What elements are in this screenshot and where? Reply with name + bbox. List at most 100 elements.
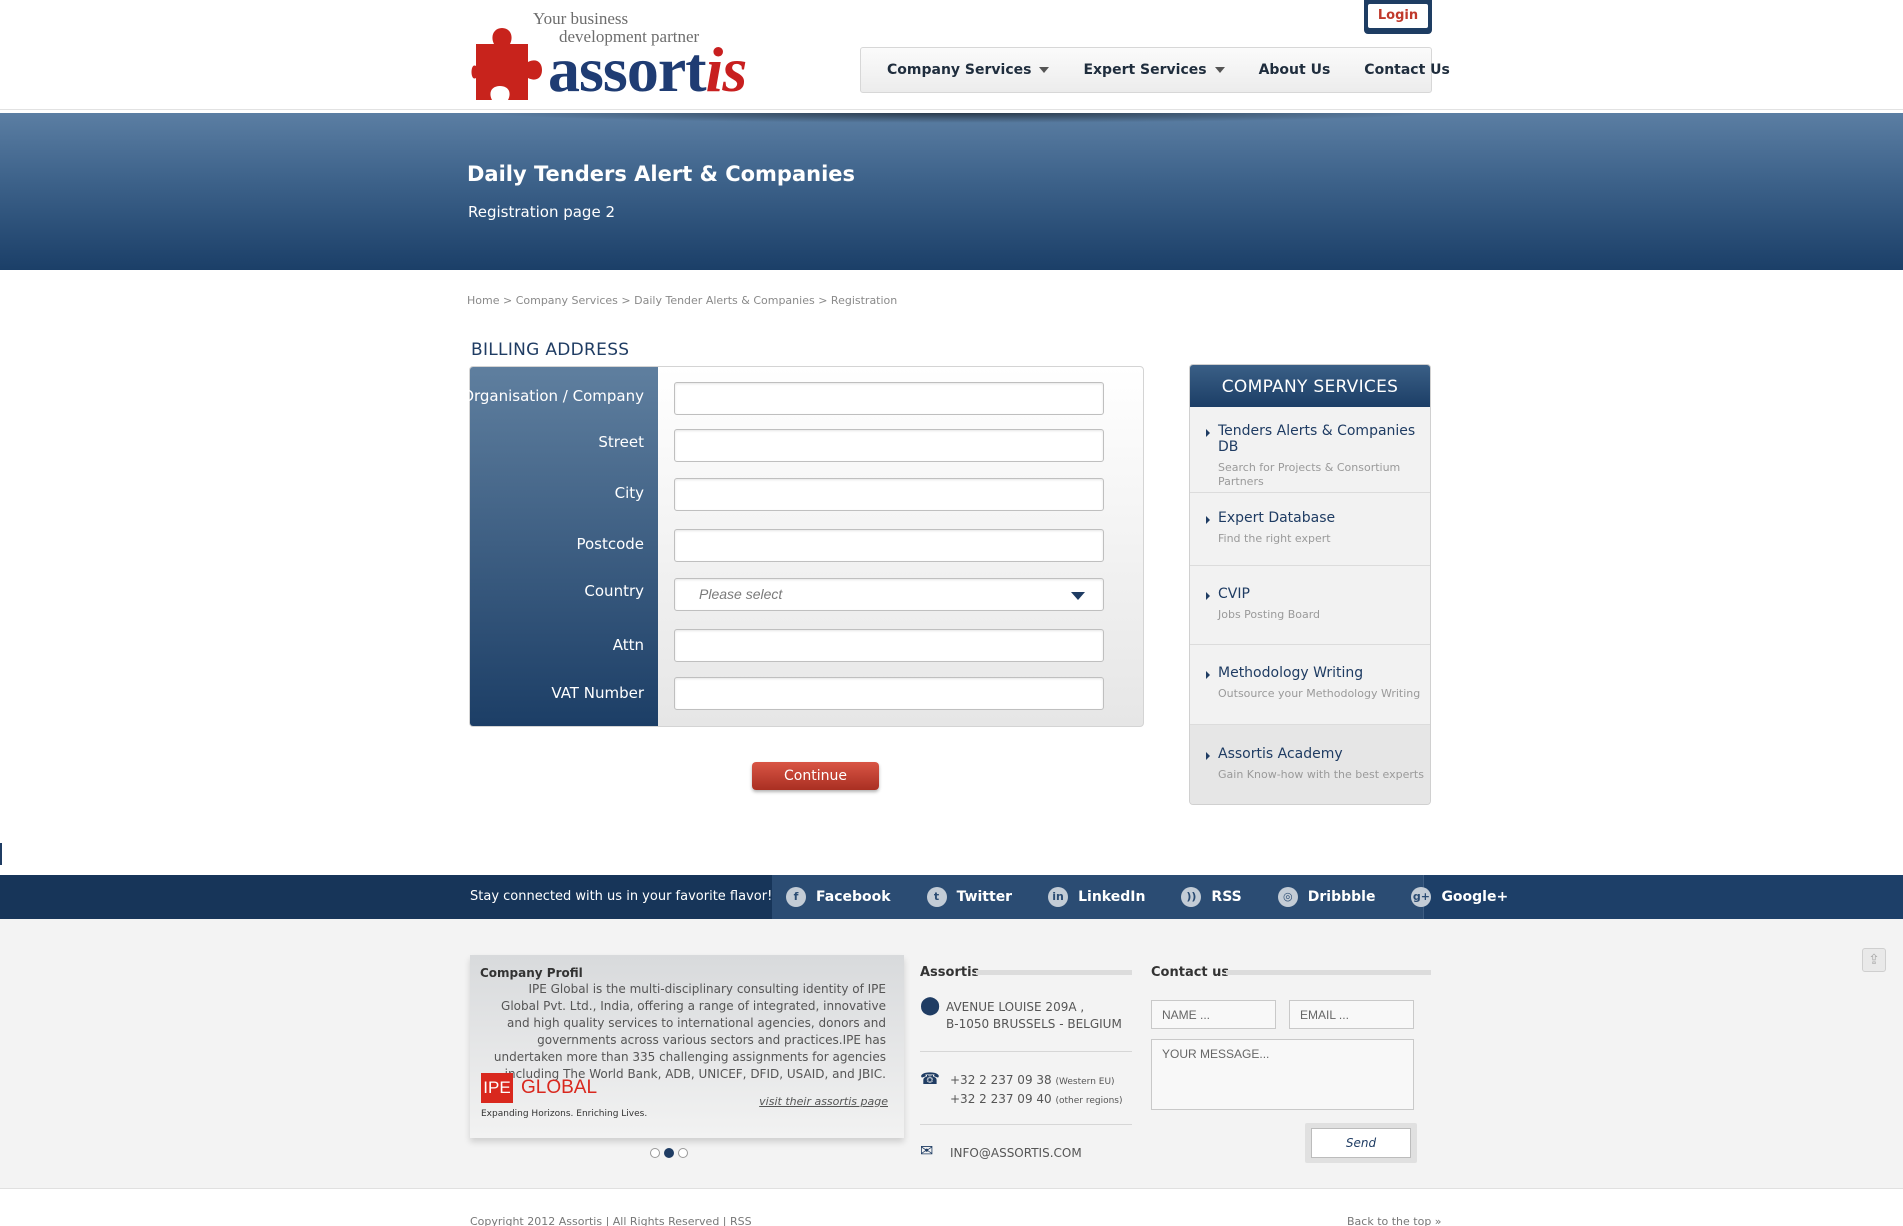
email-input[interactable]: EMAIL ... <box>1289 1000 1414 1029</box>
logo-brand-accent: is <box>705 34 748 105</box>
sidebar-item-assortis-academy[interactable]: Assortis Academy Gain Know-how with the … <box>1190 725 1430 804</box>
bullet-icon <box>1206 592 1210 600</box>
social-facebook-link[interactable]: f Facebook <box>786 887 891 907</box>
sidebar-item-methodology-writing[interactable]: Methodology Writing Outsource your Metho… <box>1190 645 1430 725</box>
breadcrumb-company-services[interactable]: Company Services <box>516 294 618 307</box>
breadcrumb-registration: Registration <box>830 294 898 307</box>
assortis-logo[interactable]: Your business development partner assort… <box>470 9 747 102</box>
phone-icon: ☎ <box>920 1069 940 1088</box>
nav-expert-services[interactable]: Expert Services <box>1083 62 1225 78</box>
attn-input[interactable] <box>674 629 1104 662</box>
city-label: City <box>614 484 644 502</box>
phone-block: ☎ +32 2 237 09 38 (Western EU) +32 2 237… <box>920 1069 1123 1110</box>
social-linkedin-link[interactable]: in LinkedIn <box>1048 887 1145 907</box>
nav-label: Contact Us <box>1364 62 1450 78</box>
send-button-wrap: Send <box>1305 1123 1417 1163</box>
nav-label: Company Services <box>887 62 1032 78</box>
copyright: Copyright 2012 Assortis | All Rights Res… <box>470 1215 752 1226</box>
country-select[interactable]: Please select <box>674 578 1104 611</box>
ipe-global-logo: IPE GLOBAL Expanding Horizons. Enriching… <box>481 1073 647 1123</box>
breadcrumb-home[interactable]: Home <box>467 294 499 307</box>
email-block[interactable]: ✉ INFO@ASSORTIS.COM <box>920 1141 1082 1162</box>
vat-number-input[interactable] <box>674 677 1104 710</box>
share-icon[interactable]: ⇪ <box>1862 948 1886 972</box>
billing-address-title: BILLING ADDRESS <box>471 340 630 360</box>
breadcrumb-daily-tender-alerts[interactable]: Daily Tender Alerts & Companies <box>634 294 815 307</box>
logo-wordmark: assortis <box>548 38 747 102</box>
social-tagline: Stay connected with us in your favorite … <box>470 889 785 904</box>
nav-company-services[interactable]: Company Services <box>887 62 1050 78</box>
back-to-top-link[interactable]: Back to the top » <box>1347 1215 1442 1226</box>
bullet-icon <box>1206 671 1210 679</box>
vat-number-label: VAT Number <box>551 684 644 702</box>
ipe-logo-word: GLOBAL <box>521 1077 598 1098</box>
city-input[interactable] <box>674 478 1104 511</box>
social-googleplus-link[interactable]: g+ Google+ <box>1411 887 1508 907</box>
site-header: Your business development partner assort… <box>0 0 1903 110</box>
social-tagline-panel: Stay connected with us in your favorite … <box>0 875 784 919</box>
sidebar-item-expert-database[interactable]: Expert Database Find the right expert <box>1190 493 1430 566</box>
dribbble-icon: ◎ <box>1277 887 1298 907</box>
mail-icon: ✉ <box>920 1141 934 1160</box>
email-link[interactable]: INFO@ASSORTIS.COM <box>950 1145 1082 1162</box>
sidebar-item-subtitle: Outsource your Methodology Writing <box>1218 687 1421 700</box>
social-rss-link[interactable]: )) RSS <box>1181 887 1242 907</box>
sidebar-item-title: Assortis Academy <box>1218 746 1343 762</box>
street-input[interactable] <box>674 429 1104 462</box>
assortis-heading-rule <box>976 970 1132 975</box>
send-button[interactable]: Send <box>1311 1128 1411 1158</box>
billing-form: Organisation / Company Street City Postc… <box>462 366 1144 727</box>
logo-tagline-line1: Your business <box>533 9 629 28</box>
page-title: Daily Tenders Alert & Companies <box>467 162 856 186</box>
phone-2-note: (other regions) <box>1055 1096 1123 1106</box>
breadcrumb: Home > Company Services > Daily Tender A… <box>467 294 898 307</box>
sidebar-item-cvip[interactable]: CVIP Jobs Posting Board <box>1190 566 1430 645</box>
ipe-logo-box: IPE <box>481 1073 513 1103</box>
address-block: ⬤ AVENUE LOUISE 209A , B-1050 BRUSSELS -… <box>920 997 1122 1033</box>
name-input[interactable]: NAME ... <box>1151 1000 1276 1029</box>
sidebar-item-subtitle: Search for Projects & Consortium Partner… <box>1218 461 1401 488</box>
sidebar-item-tenders-alerts[interactable]: Tenders Alerts & Companies DB Search for… <box>1190 407 1430 493</box>
nav-about-us[interactable]: About Us <box>1259 62 1331 78</box>
carousel-dot-1[interactable] <box>650 1148 660 1158</box>
chevron-down-icon <box>1214 67 1225 73</box>
linkedin-icon: in <box>1048 887 1069 907</box>
puzzle-icon <box>471 28 542 100</box>
continue-button[interactable]: Continue <box>752 762 879 790</box>
login-button[interactable]: Login <box>1364 0 1432 34</box>
carousel-dot-3[interactable] <box>678 1148 688 1158</box>
postcode-input[interactable] <box>674 529 1104 562</box>
social-twitter-link[interactable]: t Twitter <box>926 887 1013 907</box>
sidebar-title: COMPANY SERVICES <box>1190 365 1430 407</box>
organisation-input[interactable] <box>674 382 1104 415</box>
page-subtitle: Registration page 2 <box>468 203 615 221</box>
social-dribbble-link[interactable]: ◎ Dribbble <box>1277 887 1375 907</box>
main-nav: Company Services Expert Services About U… <box>860 47 1450 93</box>
nav-label: Expert Services <box>1083 62 1207 78</box>
bullet-icon <box>1206 516 1210 524</box>
social-link-label: LinkedIn <box>1078 889 1146 905</box>
message-textarea[interactable]: YOUR MESSAGE... <box>1151 1039 1414 1110</box>
visit-assortis-page-link[interactable]: visit their assortis page <box>759 1095 888 1108</box>
phone-1-note: (Western EU) <box>1055 1077 1115 1087</box>
twitter-icon: t <box>926 887 947 907</box>
bullet-icon <box>1206 752 1210 760</box>
social-link-label: Twitter <box>956 889 1013 905</box>
page-banner: Daily Tenders Alert & Companies Registra… <box>0 113 1903 270</box>
sidebar-item-subtitle: Jobs Posting Board <box>1218 608 1321 621</box>
address-line2: B-1050 BRUSSELS - BELGIUM <box>946 1017 1122 1031</box>
street-label: Street <box>598 433 644 451</box>
carousel-dot-2[interactable] <box>664 1148 674 1158</box>
organisation-label: Organisation / Company <box>462 387 644 405</box>
address-line1: AVENUE LOUISE 209A , <box>946 1000 1085 1014</box>
profile-heading: Company Profil <box>480 966 583 980</box>
contact-heading-rule <box>1226 970 1431 975</box>
social-link-label: Google+ <box>1441 889 1509 905</box>
chevron-down-icon <box>1071 592 1085 600</box>
form-label-column: Organisation / Company Street City Postc… <box>462 367 658 726</box>
phone-1: +32 2 237 09 38 <box>950 1073 1052 1087</box>
nav-contact-us[interactable]: Contact Us <box>1364 62 1450 78</box>
divider <box>920 1051 1132 1052</box>
nav-label: About Us <box>1258 62 1331 78</box>
social-link-label: Facebook <box>816 889 891 905</box>
